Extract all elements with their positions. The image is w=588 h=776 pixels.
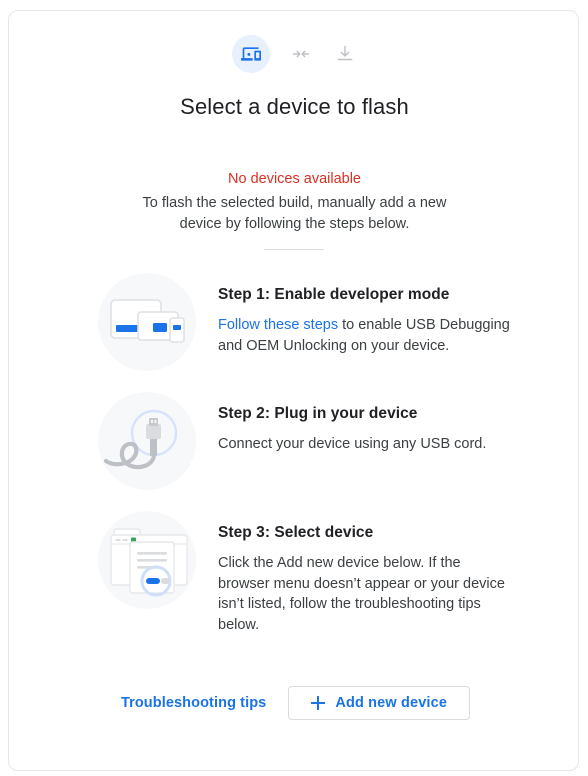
step-title: Step 3: Select device xyxy=(218,524,374,541)
follow-these-steps-link[interactable]: Follow these steps xyxy=(218,317,338,333)
select-device-card: Select a device to flash No devices avai… xyxy=(8,10,579,771)
step-title: Step 2: Plug in your device xyxy=(218,405,418,422)
section-divider xyxy=(263,249,324,250)
connect-arrows-icon xyxy=(288,41,314,67)
step-content: Step 3: Select device Click the Add new … xyxy=(196,511,510,635)
flash-device-page: Select a device to flash No devices avai… xyxy=(0,0,588,776)
download-icon xyxy=(332,41,358,67)
status-block: No devices available To flash the select… xyxy=(9,169,578,235)
devices-illustration xyxy=(98,273,196,371)
step-content: Step 2: Plug in your device Connect your… xyxy=(196,392,510,455)
browser-dialog-illustration xyxy=(98,511,196,609)
no-devices-status: No devices available xyxy=(228,171,361,187)
step-text: Click the Add new device below. If the b… xyxy=(218,555,505,633)
add-new-device-label: Add new device xyxy=(335,695,448,711)
step-text: Follow these steps to enable USB Debuggi… xyxy=(218,315,510,356)
plus-icon xyxy=(311,696,326,710)
step-item: Step 3: Select device Click the Add new … xyxy=(9,511,578,635)
add-new-device-button[interactable]: Add new device xyxy=(288,686,471,720)
usb-cable-illustration xyxy=(98,392,196,490)
step-text: Connect your device using any USB cord. xyxy=(218,436,487,452)
page-title: Select a device to flash xyxy=(180,94,409,119)
step-title: Step 1: Enable developer mode xyxy=(218,286,450,303)
devices-icon xyxy=(231,35,270,73)
steps-list: Step 1: Enable developer mode Follow the… xyxy=(9,273,578,656)
status-description: To flash the selected build, manually ad… xyxy=(142,195,447,232)
troubleshooting-tips-link[interactable]: Troubleshooting tips xyxy=(119,689,268,717)
step-content: Step 1: Enable developer mode Follow the… xyxy=(196,273,510,356)
step-item: Step 2: Plug in your device Connect your… xyxy=(9,392,578,490)
step-item: Step 1: Enable developer mode Follow the… xyxy=(9,273,578,371)
footer-actions: Troubleshooting tips Add new device xyxy=(9,686,578,720)
header-icon-row xyxy=(9,35,578,73)
